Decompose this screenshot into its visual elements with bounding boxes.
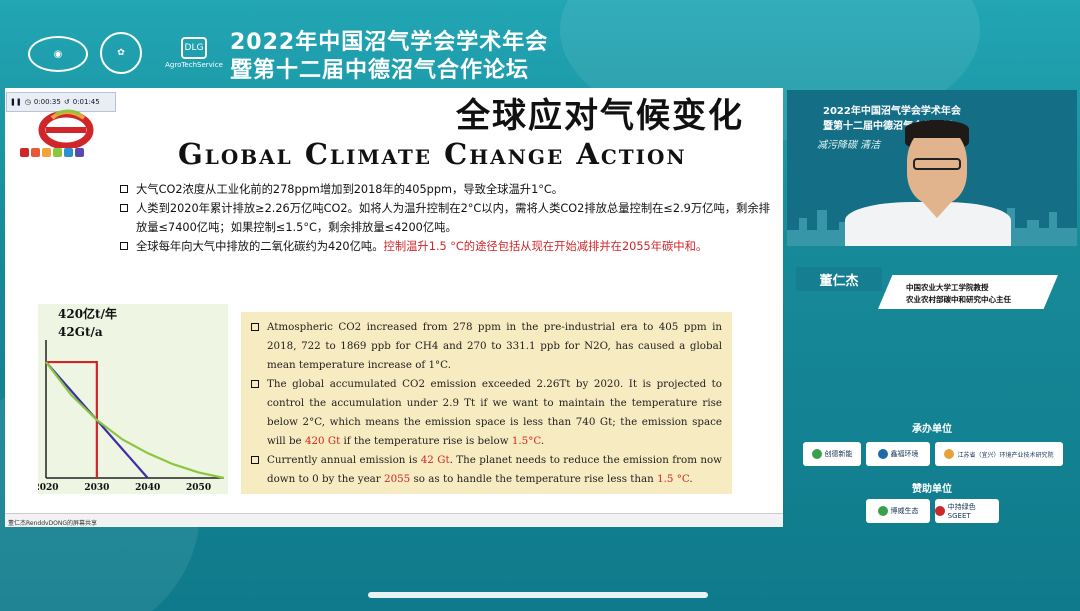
organizer-logo-icon [811, 449, 822, 459]
home-indicator-bar[interactable] [368, 592, 708, 598]
tile-icon [53, 148, 62, 157]
bullet-square-icon [120, 185, 128, 193]
text-highlight: 420 Gt [304, 435, 341, 447]
sponsor-logo-icon [877, 506, 888, 516]
en-bullet-box: Atmospheric CO2 increased from 278 ppm i… [241, 312, 732, 494]
list-item: The global accumulated CO2 emission exce… [251, 375, 722, 451]
bullet-text: 人类到2020年累计排放≥2.26万亿吨CO2。如将人为温升控制在2°C以内，需… [136, 202, 770, 234]
list-item: Currently annual emission is 42 Gt. The … [251, 451, 722, 489]
bullet-text-highlight: 控制温升1.5 °C的途径包括从现在开始减排并在2055年碳中和。 [383, 240, 708, 253]
organizer-label: 承办单位 [912, 424, 952, 435]
chart-series-line-2 [45, 361, 225, 480]
text-segment: so as to handle the temperature rise les… [410, 473, 658, 485]
emission-chart: 420亿t/年 42Gt/a 2020 2030 2040 2050 [33, 304, 228, 494]
tile-icon [31, 148, 40, 157]
chart-x-tick-label: 2050 [186, 483, 211, 493]
elapsed-time: 0:00:35 [33, 98, 61, 106]
dlg-badge-icon: DLG [181, 37, 207, 59]
cn-bullet-list: 大气CO2浓度从工业化前的278ppm增加到2018年的405ppm，导致全球温… [120, 180, 780, 256]
speaker-affiliation-1: 中国农业大学工学院教授 [906, 283, 989, 292]
speaker-shirt [845, 202, 1011, 246]
text-highlight: 2055 [384, 473, 411, 485]
speaker-affiliation-2: 农业农村部碳中和研究中心主任 [906, 295, 1011, 304]
text-segment: . [540, 435, 545, 447]
text-segment: Currently annual emission is [267, 454, 421, 466]
bullet-square-icon [251, 380, 259, 388]
bullet-text-with-red: 全球每年向大气中排放的二氧化碳约为420亿吨。控制温升1.5 °C的途径包括从现… [136, 237, 707, 256]
chart-x-tick-label: 2040 [135, 483, 160, 493]
list-item: 人类到2020年累计排放≥2.26万亿吨CO2。如将人为温升控制在2°C以内，需… [120, 199, 780, 237]
logo-icon-strip [20, 148, 84, 157]
chart-ylabel-cn: 420亿t/年 [58, 306, 117, 321]
remaining-time: 0:01:45 [72, 98, 100, 106]
sponsor-name: 博威生态 [890, 507, 919, 515]
slide-title-en: Global Climate Change Action [178, 137, 687, 171]
bullet-text: Currently annual emission is 42 Gt. The … [267, 451, 722, 489]
sponsor-logo-icon [935, 506, 945, 516]
dlg-logo: DLG AgroTechService [165, 32, 223, 74]
society-logo-icon: ◉ [28, 36, 88, 72]
tile-icon [42, 148, 51, 157]
speaker-hair-front [905, 120, 969, 138]
screen-share-bar [5, 513, 783, 527]
bullet-square-icon [120, 204, 128, 212]
video-tagline: 减污降碳 清洁 [817, 140, 881, 151]
slide-title-cn: 全球应对气候变化 [456, 96, 744, 136]
sponsor-logo: 博威生态 [866, 499, 930, 523]
sponsor-logo: 中持绿色 SGEET [935, 499, 999, 523]
text-highlight: 42 Gt [420, 454, 450, 466]
bullet-text: Atmospheric CO2 increased from 278 ppm i… [267, 321, 722, 371]
list-item: 全球每年向大气中排放的二氧化碳约为420亿吨。控制温升1.5 °C的途径包括从现… [120, 237, 780, 256]
chart-x-tick-label: 2020 [38, 483, 59, 493]
clock-icon: ◷ [24, 98, 31, 106]
e-logo-icon [38, 109, 94, 148]
list-item: 大气CO2浓度从工业化前的278ppm增加到2018年的405ppm，导致全球温… [120, 180, 780, 199]
emission-chart-svg: 420亿t/年 42Gt/a 2020 2030 2040 2050 [33, 306, 225, 493]
bullet-square-icon [251, 456, 259, 464]
tile-icon [75, 148, 84, 157]
glasses-icon [913, 158, 961, 170]
screen-share-label: 董仁杰RenddvDONG的屏幕共享 [8, 520, 98, 527]
pause-icon[interactable]: ❚❚ [10, 98, 22, 106]
rewind-icon[interactable]: ↺ [64, 98, 70, 106]
organizer-logo-icon [877, 449, 888, 459]
chart-x-tick-label: 2030 [84, 483, 109, 493]
dlg-logo-text: AgroTechService [165, 61, 223, 69]
chart-ylabel-en: 42Gt/a [58, 325, 103, 339]
video-title-line1: 2022年中国沼气学会学术年会 [823, 106, 961, 117]
organizer-logo-icon [944, 449, 955, 459]
tile-icon [20, 148, 29, 157]
organizer-name: 江苏省（宜兴）环境产业技术研究院 [957, 451, 1054, 459]
bullet-text: The global accumulated CO2 emission exce… [267, 375, 722, 451]
chart-series-line-0 [46, 360, 98, 478]
organizer-logo: 创德新能 [803, 442, 861, 466]
organizer-logo: 江苏省（宜兴）环境产业技术研究院 [935, 442, 1063, 466]
stream-background: ◉ ✿ DLG AgroTechService 2022年中国沼气学会学术年会 … [0, 0, 1080, 611]
list-item: Atmospheric CO2 increased from 278 ppm i… [251, 318, 722, 375]
bullet-square-icon [120, 242, 128, 250]
sponsor-label: 赞助单位 [912, 484, 952, 495]
text-segment: if the temperature rise is below [340, 435, 512, 447]
bullet-text: 大气CO2浓度从工业化前的278ppm增加到2018年的405ppm，导致全球温… [136, 183, 564, 196]
bullet-text: 全球每年向大气中排放的二氧化碳约为420亿吨。 [136, 240, 384, 253]
tile-icon [64, 148, 73, 157]
organizer-name: 鑫福环境 [890, 450, 919, 458]
sponsor-name: 中持绿色 SGEET [947, 503, 976, 520]
university-seal-icon: ✿ [100, 32, 142, 74]
speaker-name-badge: 董仁杰 [796, 267, 882, 291]
organizer-logo: 鑫福环境 [866, 442, 930, 466]
text-highlight: 1.5 °C [657, 473, 690, 485]
bullet-square-icon [251, 323, 259, 331]
text-segment: . [689, 473, 693, 485]
speaker-video[interactable]: 2022年中国沼气学会学术年会 暨第十二届中德沼气合作论坛 减污降碳 清洁 [787, 90, 1077, 246]
event-header: ◉ ✿ DLG AgroTechService 2022年中国沼气学会学术年会 … [0, 0, 1080, 88]
text-highlight: 1.5°C [511, 435, 541, 447]
event-title-line2: 暨第十二届中德沼气合作论坛 [230, 58, 530, 83]
organizer-name: 创德新能 [824, 450, 853, 458]
